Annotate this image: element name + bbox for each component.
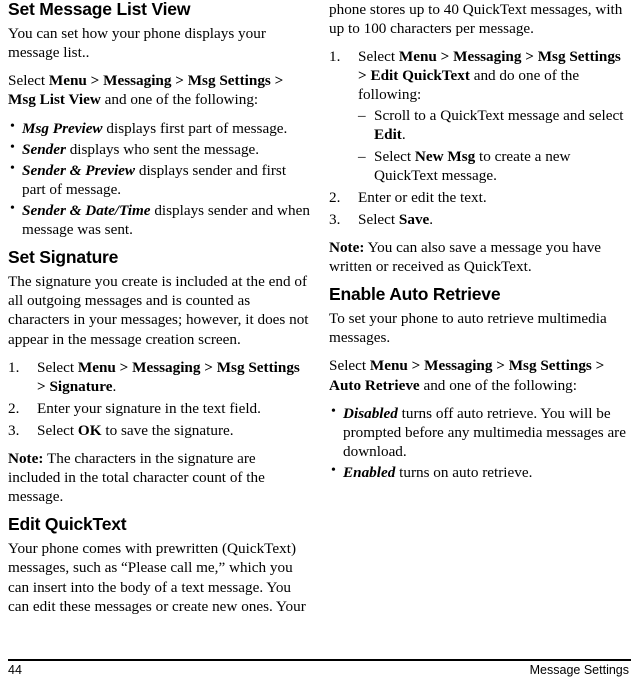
list-item: Enabled turns on auto retrieve. bbox=[329, 462, 632, 482]
select-tail: and one of the following: bbox=[100, 91, 259, 109]
step-lead: Select bbox=[358, 210, 399, 228]
heading-edit-quicktext: Edit QuickText bbox=[8, 514, 127, 535]
list-item: 1. Select Menu > Messaging > Msg Settings… bbox=[8, 358, 311, 396]
paragraph-message-list-view: You can set how your phone displays your… bbox=[8, 25, 266, 62]
option-term: Sender & Preview bbox=[22, 161, 136, 179]
list-item: Sender & Date/Time displays sender and w… bbox=[8, 200, 311, 239]
list-signature-steps: 1. Select Menu > Messaging > Msg Settings… bbox=[8, 358, 311, 440]
list-item: Sender displays who sent the message. bbox=[8, 139, 311, 159]
right-column: phone stores up to 40 QuickText messages… bbox=[329, 0, 632, 625]
heading-enable-auto-retrieve: Enable Auto Retrieve bbox=[329, 284, 501, 305]
step-tail: to save the signature. bbox=[101, 421, 234, 439]
paragraph-quicktext-continued: phone stores up to 40 QuickText messages… bbox=[329, 1, 623, 38]
step-lead: Enter your signature in the text field. bbox=[37, 399, 261, 417]
list-item: 3. Select Save. bbox=[329, 210, 632, 229]
substep-lead: Select bbox=[374, 147, 415, 165]
note-signature: Note: The characters in the signature ar… bbox=[8, 449, 311, 506]
left-column: Set Message List View You can set how yo… bbox=[8, 0, 311, 625]
substep-tail: . bbox=[401, 126, 406, 144]
step-number: 1. bbox=[329, 48, 341, 66]
step-bold: Save bbox=[398, 210, 430, 228]
heading-set-signature: Set Signature bbox=[8, 247, 119, 268]
list-quicktext-substeps: Scroll to a QuickText message and select… bbox=[358, 106, 632, 184]
substep-bold: Edit bbox=[374, 126, 402, 144]
list-item: 1. Select Menu > Messaging > Msg Settings… bbox=[329, 47, 632, 185]
option-term: Msg Preview bbox=[22, 119, 103, 137]
select-lead: Select bbox=[329, 357, 370, 375]
list-item: Scroll to a QuickText message and select… bbox=[358, 106, 632, 144]
step-number: 2. bbox=[329, 188, 341, 206]
step-lead: Select bbox=[37, 358, 78, 376]
list-msg-list-view-options: Msg Preview displays first part of messa… bbox=[8, 118, 311, 239]
option-text: turns on auto retrieve. bbox=[395, 463, 533, 481]
step-number: 1. bbox=[8, 358, 20, 376]
note-text: The characters in the signature are incl… bbox=[8, 449, 265, 506]
step-tail: . bbox=[429, 210, 434, 228]
option-text: displays first part of message. bbox=[102, 119, 288, 137]
two-column-layout: Set Message List View You can set how yo… bbox=[8, 0, 631, 625]
note-label: Note: bbox=[8, 449, 44, 467]
page-number: 44 bbox=[8, 663, 22, 677]
paragraph-auto-retrieve: To set your phone to auto retrieve multi… bbox=[329, 310, 607, 347]
note-text: You can also save a message you have wri… bbox=[329, 238, 602, 275]
substep-lead: Scroll to a QuickText message and select bbox=[374, 107, 624, 125]
note-quicktext: Note: You can also save a message you ha… bbox=[329, 238, 632, 276]
step-lead: Select bbox=[358, 48, 399, 66]
footer-chapter-title: Message Settings bbox=[529, 663, 629, 677]
list-item: Sender & Preview displays sender and fir… bbox=[8, 160, 311, 199]
list-item: Msg Preview displays first part of messa… bbox=[8, 118, 311, 138]
step-number: 2. bbox=[8, 399, 20, 417]
step-tail: . bbox=[112, 377, 117, 395]
list-item: 2. Enter your signature in the text field… bbox=[8, 399, 311, 418]
step-number: 3. bbox=[329, 210, 341, 228]
option-term: Disabled bbox=[343, 404, 398, 422]
select-tail: and one of the following: bbox=[419, 376, 577, 394]
option-term: Enabled bbox=[343, 463, 396, 481]
manual-page: Set Message List View You can set how yo… bbox=[0, 0, 639, 691]
option-term: Sender bbox=[22, 140, 66, 158]
option-term: Sender & Date/Time bbox=[22, 201, 151, 219]
list-item: 3. Select OK to save the signature. bbox=[8, 421, 311, 440]
heading-set-message-list-view: Set Message List View bbox=[8, 0, 191, 19]
select-line-msg-list-view: Select Menu > Messaging > Msg Settings >… bbox=[8, 71, 311, 109]
list-item: Disabled turns off auto retrieve. You wi… bbox=[329, 403, 632, 461]
step-number: 3. bbox=[8, 421, 20, 439]
list-auto-retrieve-options: Disabled turns off auto retrieve. You wi… bbox=[329, 403, 632, 482]
option-text: displays who sent the message. bbox=[65, 140, 260, 158]
step-lead: Enter or edit the text. bbox=[358, 188, 487, 206]
select-lead: Select bbox=[8, 72, 49, 90]
substep-bold: New Msg bbox=[414, 147, 476, 165]
paragraph-signature: The signature you create is included at … bbox=[8, 273, 309, 348]
page-footer: 44 Message Settings bbox=[8, 659, 631, 685]
paragraph-quicktext-intro: Your phone comes with prewritten (QuickT… bbox=[8, 540, 306, 615]
footer-divider bbox=[8, 659, 631, 661]
step-lead: Select bbox=[37, 421, 78, 439]
select-line-auto-retrieve: Select Menu > Messaging > Msg Settings >… bbox=[329, 356, 632, 394]
note-label: Note: bbox=[329, 238, 365, 256]
list-item: Select New Msg to create a new QuickText… bbox=[358, 147, 632, 185]
list-item: 2. Enter or edit the text. bbox=[329, 188, 632, 207]
menu-path: OK bbox=[77, 421, 102, 439]
list-quicktext-steps: 1. Select Menu > Messaging > Msg Settings… bbox=[329, 47, 632, 229]
